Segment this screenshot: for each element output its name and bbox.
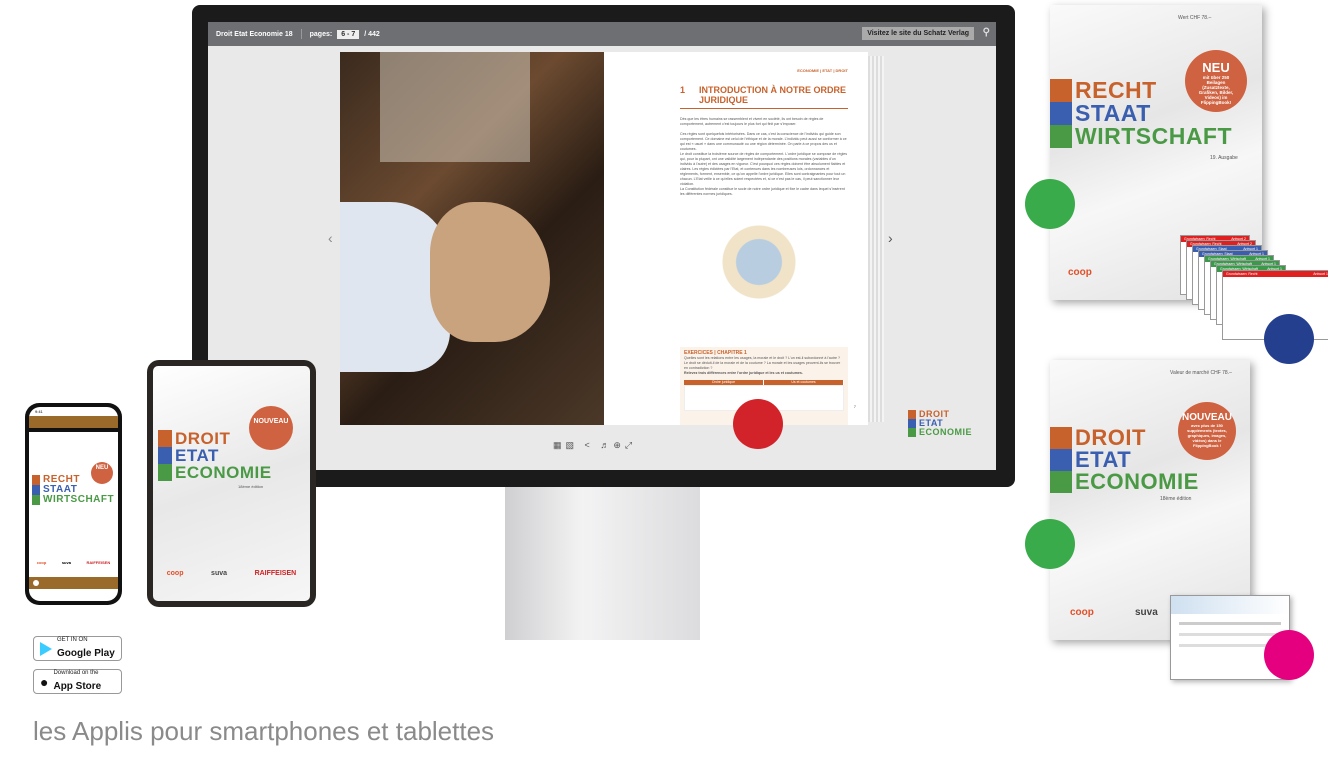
new-badge: NEU: [91, 462, 113, 484]
exercise-question: Quelles sont les relations entre les usa…: [684, 356, 841, 370]
viewer-toolbar: Droit Etat Economie 18 pages: 6 - 7 / 44…: [208, 22, 996, 46]
paragraph: Dès que les êtres humains se rassemblent…: [680, 117, 824, 126]
monitor-stand: [505, 487, 700, 640]
prev-page-icon[interactable]: ‹: [328, 230, 333, 246]
viewer-controls: ▦▧ < ♬⊕⤢: [553, 440, 636, 451]
paragraph: Le droit constitue la troisième source d…: [680, 152, 848, 186]
handshake-photo: [340, 52, 604, 425]
table-header: Ordre juridique: [684, 380, 764, 385]
green-marker: [1025, 519, 1075, 569]
blue-marker: [1264, 314, 1314, 364]
next-page-icon[interactable]: ›: [888, 230, 893, 246]
book-page: ECONOMIE | ETAT | DROIT 1 INTRODUCTION À …: [604, 52, 868, 425]
apple-icon: ●: [40, 673, 49, 690]
pages-label: pages:: [309, 30, 333, 38]
zoom-icon[interactable]: ⊕: [613, 440, 625, 450]
phone-time: 9:41: [35, 409, 43, 414]
page-stack: [868, 56, 884, 422]
search-icon[interactable]: ⚲: [983, 27, 990, 38]
page-slider[interactable]: [29, 577, 118, 589]
exercise-task: Relevez trois différences entre l'ordre …: [684, 371, 803, 375]
chapter-title: INTRODUCTION À NOTRE ORDRE JURIDIQUE: [699, 85, 847, 105]
green-marker: [1025, 179, 1075, 229]
thumbnails-icon[interactable]: ▦: [553, 440, 566, 450]
flipbook-viewer: Droit Etat Economie 18 pages: 6 - 7 / 44…: [208, 22, 996, 470]
caption: les Applis pour smartphones et tablettes: [33, 716, 495, 746]
app-store-badge[interactable]: ● Download on the App Store: [33, 669, 122, 694]
visit-site-button[interactable]: Visitez le site du Schatz Verlag: [862, 27, 974, 40]
cover-edition: 18ème édition: [1160, 496, 1192, 502]
table-header: Us et coutumes: [764, 380, 844, 385]
brand-logo: DROIT ETAT ECONOMIE: [908, 410, 972, 437]
page-number: 7: [853, 404, 856, 409]
paragraph: La Constitution fédérale constitue le so…: [680, 187, 845, 196]
phone-app-toolbar: [29, 416, 118, 428]
book-title: Droit Etat Economie 18: [216, 30, 293, 38]
chapter-number: 1: [680, 85, 686, 95]
fullscreen-icon[interactable]: ⤢: [625, 440, 636, 450]
sponsor-logo: coop: [1068, 267, 1092, 278]
tablet-sponsors: coop suva RAIFFEISEN: [166, 570, 297, 577]
pages-total: / 442: [364, 30, 380, 38]
justice-illustration: [684, 212, 834, 312]
tablet-edition: 18ème édition: [238, 484, 264, 489]
cover-edition: 19. Ausgabe: [1210, 155, 1238, 161]
magenta-marker: [1264, 630, 1314, 680]
share-icon[interactable]: <: [585, 440, 594, 450]
cover-price: Wert CHF 78.–: [1178, 15, 1212, 21]
new-badge: NOUVEAU: [249, 406, 293, 450]
sponsor-logo: coop: [1070, 607, 1094, 618]
google-play-icon: [40, 641, 52, 656]
phone-sponsors: coop suva RAIFFEISEN: [36, 560, 111, 565]
page-input[interactable]: 6 - 7: [337, 29, 360, 39]
notes-icon[interactable]: ▧: [566, 440, 579, 450]
tablet: DROIT ETAT ECONOMIE NOUVEAU 18ème éditio…: [147, 360, 316, 607]
cover-price: Valeur de marché CHF 78.–: [1170, 370, 1232, 376]
cover-logo: DROIT ETAT ECONOMIE: [1050, 427, 1199, 493]
paragraph: Ces règles sont quelquefois intériorisée…: [680, 132, 847, 151]
google-play-badge[interactable]: GET IN ON Google Play: [33, 636, 122, 661]
cover-logo: RECHT STAAT WIRTSCHAFT: [1050, 79, 1232, 148]
smartphone: 9:41 RECHT STAAT WIRTSCHAFT NEU coop suva…: [25, 403, 122, 605]
page-header: ECONOMIE | ETAT | DROIT: [797, 68, 848, 73]
red-marker: [733, 399, 783, 449]
sound-icon[interactable]: ♬: [600, 440, 613, 450]
sponsor-logo: suva: [1135, 607, 1158, 618]
